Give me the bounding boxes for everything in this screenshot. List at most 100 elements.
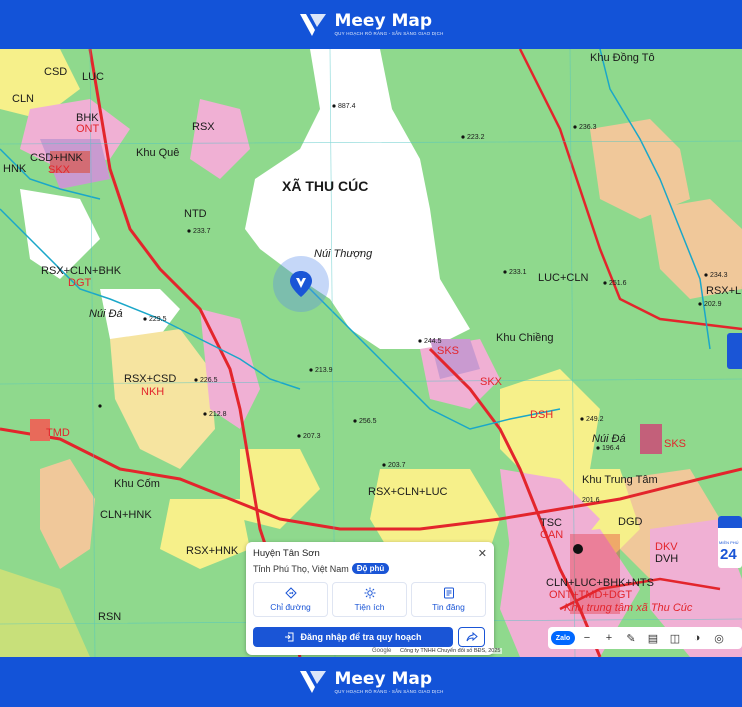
map-label: RSX+LUC xyxy=(706,285,742,297)
utilities-label: Tiện ích xyxy=(354,602,385,612)
map-label: ONT xyxy=(76,123,100,135)
map-label: Khu Chiềng xyxy=(496,332,554,344)
map-label: DVH xyxy=(655,553,679,565)
elevation-label: 887.4 xyxy=(338,103,356,110)
elevation-label: 233.7 xyxy=(193,228,211,235)
login-icon xyxy=(285,632,294,642)
elevation-label: 212.8 xyxy=(209,411,227,418)
elevation-label: 233.1 xyxy=(509,269,527,276)
map-label: CLN+HNK xyxy=(100,509,152,521)
share-button[interactable] xyxy=(458,627,485,647)
map-label: NKH xyxy=(141,386,165,398)
map-label: SKX xyxy=(480,376,503,388)
bottom-brand-bar: Meey Map QUY HOẠCH RÕ RÀNG - SẴN SÀNG GI… xyxy=(0,657,742,707)
compare-icon[interactable]: ◑ xyxy=(687,629,707,647)
elevation-label: 229.5 xyxy=(149,316,167,323)
map-pin-icon xyxy=(290,271,312,297)
map-label: HNK xyxy=(3,163,27,175)
map-label: DKV xyxy=(655,541,678,553)
minus-icon[interactable]: − xyxy=(577,629,597,647)
top-brand-bar: Meey Map QUY HOẠCH RÕ RÀNG - SẴN SÀNG GI… xyxy=(0,0,742,49)
elevation-label: 201.6 xyxy=(582,497,600,504)
map-label: SKS xyxy=(664,438,687,450)
location-pin[interactable] xyxy=(273,256,329,312)
map-label: Khu Cốm xyxy=(114,478,160,490)
side-panel-tab[interactable] xyxy=(727,333,742,369)
utilities-icon xyxy=(364,587,375,599)
map-label: CSD xyxy=(44,66,68,78)
elevation-label: 251.6 xyxy=(609,280,627,287)
map-label: RSX xyxy=(192,121,215,133)
brand-logo-group-bottom[interactable]: Meey Map QUY HOẠCH RÕ RÀNG - SẴN SÀNG GI… xyxy=(298,669,443,695)
split-icon[interactable]: ◫ xyxy=(665,629,685,647)
elevation-label: 244.5 xyxy=(424,338,442,345)
login-button[interactable]: Đăng nhập để tra quy hoạch xyxy=(253,627,453,647)
map-label: RSX+CLN+BHK xyxy=(41,265,122,277)
map-label: RSX+CLN+LUC xyxy=(368,486,448,498)
brand-logo-group[interactable]: Meey Map QUY HOẠCH RÕ RÀNG - SẴN SÀNG GI… xyxy=(298,12,443,38)
commune-label: XÃ THU CÚC xyxy=(282,178,369,194)
map-label: TSC xyxy=(540,517,562,529)
map-label: RSN xyxy=(98,611,122,623)
ruler-icon[interactable]: ✎ xyxy=(621,629,641,647)
map-label: Khu Quê xyxy=(136,147,180,159)
map-toolbar: Zalo − + ✎ ▤ ◫ ◑ ◎ xyxy=(548,627,742,649)
listing-button[interactable]: Tin đăng xyxy=(411,582,486,617)
weather-widget[interactable]: MIỀN PHÚ 24 xyxy=(718,516,742,568)
map-label: LUC xyxy=(82,71,105,83)
directions-button[interactable]: Chỉ đường xyxy=(253,582,328,617)
google-attribution: Google xyxy=(372,648,392,654)
map-label: BHK xyxy=(76,112,99,124)
meey-logo-icon xyxy=(300,13,327,36)
elevation-label: 256.5 xyxy=(359,418,377,425)
directions-label: Chỉ đường xyxy=(270,602,311,612)
map-label: CSD+HNK xyxy=(30,152,83,164)
elevation-label: 226.5 xyxy=(200,377,218,384)
map-label: Núi Đá xyxy=(89,308,123,320)
elevation-label: 203.7 xyxy=(388,462,406,469)
map-label: ONT+TMD+DGT xyxy=(549,589,633,601)
elevation-label: 249.2 xyxy=(586,416,604,423)
weather-header xyxy=(718,516,742,528)
map-label: DGT xyxy=(68,277,92,289)
map-label: CLN+LUC+BHK+NTS xyxy=(546,577,654,589)
login-label: Đăng nhập để tra quy hoạch xyxy=(300,632,422,642)
location-info-card: Huyện Tân Sơn ✕ Tỉnh Phú Thọ, Việt Nam Đ… xyxy=(246,542,494,655)
map-label: NTD xyxy=(184,208,207,220)
share-icon xyxy=(466,631,478,642)
map-label: Núi Thượng xyxy=(314,248,373,260)
map-label: DGD xyxy=(618,516,643,528)
layers-icon[interactable]: ▤ xyxy=(643,629,663,647)
map-label: CAN xyxy=(540,529,564,541)
meey-logo-icon xyxy=(300,671,327,693)
card-subtitle-row: Tỉnh Phú Thọ, Việt Nam Độ phủ xyxy=(253,563,390,574)
brand-tagline: QUY HOẠCH RÕ RÀNG - SẴN SÀNG GIAO DỊCH xyxy=(334,688,444,694)
map-label: Khu Đồng Tô xyxy=(590,52,655,64)
map-label: LUC+CLN xyxy=(538,272,589,284)
brand-tagline: QUY HOẠCH RÕ RÀNG - SẴN SÀNG GIAO DỊCH xyxy=(334,31,444,36)
card-subtitle: Tỉnh Phú Thọ, Việt Nam xyxy=(253,563,349,574)
directions-icon xyxy=(284,587,297,599)
card-title: Huyện Tân Sơn xyxy=(253,548,320,559)
elevation-label: 234.3 xyxy=(710,272,728,279)
map-label: Khu Trung Tâm xyxy=(582,474,658,486)
plus-icon[interactable]: + xyxy=(599,629,619,647)
utilities-button[interactable]: Tiện ích xyxy=(332,582,407,617)
map-label: CLN xyxy=(12,93,35,105)
map-label: SKX xyxy=(48,164,71,176)
brand-name: Meey Map xyxy=(334,11,433,31)
map-label: Khu trung tâm xã Thu Cúc xyxy=(564,602,693,614)
elevation-label: 207.3 xyxy=(303,433,321,440)
brand-name: Meey Map xyxy=(334,668,433,689)
close-icon[interactable]: ✕ xyxy=(478,547,487,560)
elevation-label: 236.3 xyxy=(579,124,597,131)
map-label: TMD xyxy=(46,427,70,439)
zalo-button[interactable]: Zalo xyxy=(551,631,575,645)
coverage-badge[interactable]: Độ phủ xyxy=(351,563,390,574)
map-label: RSX+CSD xyxy=(124,373,177,385)
weather-value: 24 xyxy=(720,546,737,563)
map-label: RSX+HNK xyxy=(186,545,239,557)
locate-icon[interactable]: ◎ xyxy=(709,629,729,647)
copyright-text: Công ty TNHH Chuyển đổi số BĐS, 2025 xyxy=(398,648,503,654)
listing-label: Tin đăng xyxy=(432,602,465,612)
